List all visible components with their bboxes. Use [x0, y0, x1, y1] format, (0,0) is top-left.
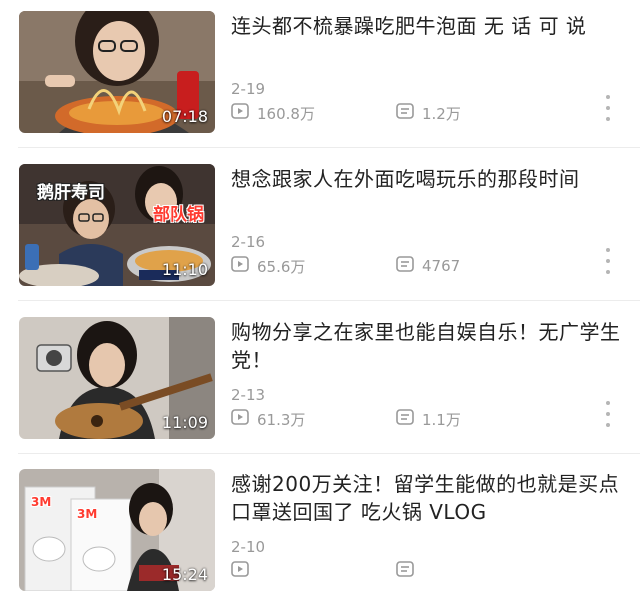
- video-title[interactable]: 感谢200万关注！留学生能做的也就是买点口罩送回国了 吃火锅 VLOG: [231, 470, 621, 526]
- divider: [18, 147, 640, 148]
- video-duration: 11:10: [161, 260, 208, 279]
- view-count-value: 65.6万: [257, 257, 306, 276]
- video-item[interactable]: 3M 3M 15:24 感谢200万关注！留学生能做的也就是买点口罩送回国了 吃…: [0, 458, 640, 608]
- video-date: 2-19: [231, 80, 266, 98]
- thumbnail-caption: 部队锅: [153, 205, 204, 225]
- comment-count-icon: [396, 103, 414, 123]
- comment-count: 1.2万: [396, 102, 461, 124]
- video-duration: 07:18: [161, 107, 208, 126]
- video-date: 2-13: [231, 386, 266, 404]
- comment-count-value: 1.1万: [422, 410, 461, 429]
- more-vertical-icon[interactable]: [603, 95, 613, 121]
- divider: [18, 300, 640, 301]
- comment-count-icon: [396, 256, 414, 276]
- divider: [18, 453, 640, 454]
- view-count: 160.8万: [231, 102, 315, 124]
- video-title[interactable]: 购物分享之在家里也能自娱自乐！无广学生党！: [231, 318, 621, 374]
- video-duration: 11:09: [161, 413, 208, 432]
- thumbnail-caption: 鹅肝寿司: [37, 183, 105, 203]
- view-count: [231, 560, 257, 582]
- video-title[interactable]: 连头都不梳暴躁吃肥牛泡面 无 话 可 说: [231, 12, 621, 40]
- play-count-icon: [231, 409, 249, 429]
- comment-count: 4767: [396, 255, 460, 277]
- video-duration: 15:24: [161, 565, 208, 584]
- video-title[interactable]: 想念跟家人在外面吃喝玩乐的那段时间: [231, 165, 621, 193]
- comment-count-value: 1.2万: [422, 104, 461, 123]
- comment-count-icon: [396, 561, 414, 581]
- play-count-icon: [231, 103, 249, 123]
- comment-count-icon: [396, 409, 414, 429]
- play-count-icon: [231, 256, 249, 276]
- video-date: 2-16: [231, 233, 266, 251]
- comment-count: 1.1万: [396, 408, 461, 430]
- play-count-icon: [231, 561, 249, 581]
- video-item[interactable]: 鹅肝寿司 部队锅 11:10 想念跟家人在外面吃喝玩乐的那段时间 2-16 65…: [0, 153, 640, 303]
- view-count: 65.6万: [231, 255, 305, 277]
- video-thumbnail[interactable]: 鹅肝寿司 部队锅 11:10: [19, 164, 215, 286]
- view-count: 61.3万: [231, 408, 305, 430]
- video-date: 2-10: [231, 538, 266, 556]
- view-count-value: 61.3万: [257, 410, 306, 429]
- video-item[interactable]: 07:18 连头都不梳暴躁吃肥牛泡面 无 话 可 说 2-19 160.8万 1…: [0, 0, 640, 150]
- more-vertical-icon[interactable]: [603, 248, 613, 274]
- video-thumbnail[interactable]: 11:09: [19, 317, 215, 439]
- thumbnail-caption: 3M: [31, 495, 52, 509]
- video-item[interactable]: 11:09 购物分享之在家里也能自娱自乐！无广学生党！ 2-13 61.3万 1…: [0, 306, 640, 456]
- comment-count: [396, 560, 422, 582]
- comment-count-value: 4767: [422, 257, 461, 275]
- video-thumbnail[interactable]: 07:18: [19, 11, 215, 133]
- more-vertical-icon[interactable]: [603, 401, 613, 427]
- thumbnail-caption: 3M: [77, 507, 98, 521]
- video-thumbnail[interactable]: 3M 3M 15:24: [19, 469, 215, 591]
- view-count-value: 160.8万: [257, 104, 315, 123]
